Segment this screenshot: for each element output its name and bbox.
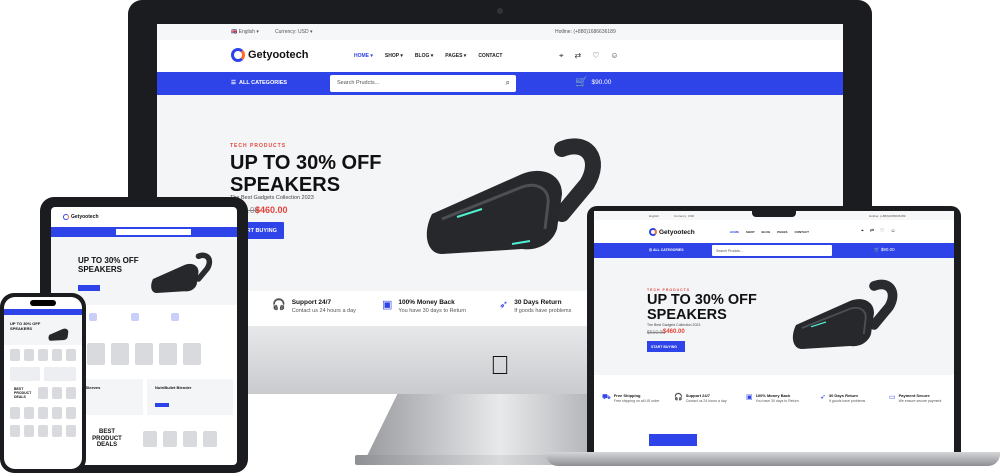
hero-subtitle: The Best Gadgets Collection 2023 xyxy=(647,323,701,327)
cart-button[interactable]: 🛒 $90.00 xyxy=(874,247,895,253)
promo-card-blender[interactable]: NutriBullet Blender xyxy=(147,379,233,415)
wallet-icon: ▣ xyxy=(382,299,393,311)
hotline: Hotline: (+880)1686636189 xyxy=(555,29,616,35)
cart-button[interactable]: 🛒 $90.00 xyxy=(575,77,611,88)
main-nav: Getyootech HOME ▾ SHOP ▾ BLOG ▾ PAGES ▾ … xyxy=(157,40,843,72)
phone-screen: UP TO 30% OFF SPEAKERS BEST PRODUCT DEAL… xyxy=(4,297,82,469)
tablet-logo[interactable]: Getyootech xyxy=(63,214,99,220)
feature-return: ➶ 30 Days Return If goods have problems xyxy=(499,299,572,314)
new-price: $460.00 xyxy=(663,329,685,335)
laptop-hero: TECH PRODUCTS UP TO 30% OFF SPEAKERS The… xyxy=(594,258,954,375)
search-input[interactable] xyxy=(116,229,191,235)
wallet-icon: ▣ xyxy=(746,394,753,401)
rocket-icon: ➶ xyxy=(820,394,826,401)
menu-shop[interactable]: SHOP xyxy=(746,230,755,234)
language-select[interactable]: 🇬🇧 English ▾ xyxy=(231,29,259,35)
logo-icon xyxy=(231,48,245,62)
logo-icon xyxy=(63,214,69,220)
laptop-nav: Getyootech HOME SHOP BLOG PAGES CONTACT … xyxy=(594,220,954,243)
vr-headset-image xyxy=(151,252,213,293)
nav-icons: ⌖ ⇄ ♡ ☺ xyxy=(559,51,619,61)
hero-headline: UP TO 30% OFF SPEAKERS xyxy=(647,292,757,323)
laptop-screen: English Currency: USD Hotline: (+880)168… xyxy=(594,211,954,452)
search-icon[interactable]: ⌕ xyxy=(506,78,510,88)
phone-hero: UP TO 30% OFF SPEAKERS xyxy=(4,315,82,345)
laptop-menu: HOME SHOP BLOG PAGES CONTACT xyxy=(730,230,809,234)
menu-shop[interactable]: SHOP ▾ xyxy=(385,53,403,59)
menu-contact[interactable]: CONTACT xyxy=(794,230,808,234)
logo-icon xyxy=(649,228,657,236)
menu: HOME ▾ SHOP ▾ BLOG ▾ PAGES ▾ CONTACT xyxy=(354,53,502,59)
start-buying-button[interactable] xyxy=(78,285,100,291)
search-input[interactable]: Search Prudcts... xyxy=(712,245,832,256)
hero-headline: UP TO 30% OFF SPEAKERS xyxy=(10,321,41,331)
hero-tag: TECH PRODUCTS xyxy=(230,143,287,149)
feature-money-back: ▣ 100% Money Back You have 30 days to Ret… xyxy=(382,299,467,314)
category-bar: ☰ ALL CATEGORIES Search Prudcts... ⌕ 🛒 $… xyxy=(157,72,843,95)
tablet-nav: Getyootech xyxy=(51,207,237,227)
location-icon[interactable]: ⌖ xyxy=(861,228,864,234)
headset-icon: 🎧 xyxy=(272,299,286,311)
menu-blog[interactable]: BLOG xyxy=(762,230,771,234)
phone-dynamic-island xyxy=(30,300,56,306)
rocket-icon: ➶ xyxy=(499,299,509,311)
menu-pages[interactable]: PAGES xyxy=(777,230,787,234)
vr-headset-image xyxy=(48,328,69,341)
compare-icon[interactable]: ⇄ xyxy=(870,228,874,234)
user-icon[interactable]: ☺ xyxy=(891,228,896,234)
laptop-features: ⛟ Free Shipping Free shipping on all US or… xyxy=(594,389,954,419)
apple-logo-icon:  xyxy=(489,352,511,378)
top-bar: 🇬🇧 English ▾ Currency: USD ▾ Hotline: (+… xyxy=(157,24,843,40)
menu-pages[interactable]: PAGES ▾ xyxy=(445,53,466,59)
feature-payment: ▭ Payment Secure We ensure secure payment xyxy=(889,393,942,403)
headset-icon: 🎧 xyxy=(674,394,683,401)
feature-support: 🎧 Support 24/7 Contact us 24 hours a day xyxy=(674,393,727,403)
feature-return: ➶ 30 Days Return If goods have problems xyxy=(820,393,866,403)
deals-heading: BEST PRODUCT DEALS xyxy=(92,429,122,448)
all-categories-button[interactable]: ☰ ALL CATEGORIES xyxy=(231,80,287,86)
location-icon[interactable]: ⌖ xyxy=(559,51,564,61)
user-icon[interactable]: ☺ xyxy=(610,51,618,61)
laptop-nav-icons: ⌖ ⇄ ♡ ☺ xyxy=(861,228,896,234)
laptop-logo[interactable]: Getyootech xyxy=(649,228,695,236)
new-price: $460.00 xyxy=(255,205,288,215)
vr-headset-image xyxy=(792,279,898,349)
vr-headset-image xyxy=(426,138,601,254)
cart-icon: 🛒 xyxy=(575,77,588,88)
truck-icon: ⛟ xyxy=(602,394,611,401)
all-categories-button[interactable]: ☰ ALL CATEGORIES xyxy=(649,248,684,252)
feature-money-back: ▣ 100% Money Back You have 30 days to Retu… xyxy=(746,393,799,403)
compare-icon[interactable]: ⇄ xyxy=(575,51,582,61)
menu-home[interactable]: HOME ▾ xyxy=(354,53,373,59)
currency-select[interactable]: Currency: USD ▾ xyxy=(275,29,313,35)
wishlist-icon[interactable]: ♡ xyxy=(592,51,599,61)
hero-headline: UP TO 30% OFF SPEAKERS xyxy=(230,152,382,196)
card-icon: ▭ xyxy=(889,394,896,401)
start-buying-button[interactable]: START BUYING xyxy=(647,341,685,352)
camera-dot xyxy=(497,8,503,14)
feature-support: 🎧 Support 24/7 Contact us 24 hours a day xyxy=(272,299,356,314)
laptop-notch xyxy=(752,206,796,217)
phone-deals-heading: BEST PRODUCT DEALS xyxy=(14,387,32,399)
laptop-bottom-button[interactable] xyxy=(649,434,697,446)
menu-home[interactable]: HOME xyxy=(730,230,739,234)
logo[interactable]: Getyootech xyxy=(231,48,309,62)
hero-headline: UP TO 30% OFF SPEAKERS xyxy=(78,256,139,274)
laptop-base xyxy=(546,452,1000,466)
logo-text: Getyootech xyxy=(248,49,309,61)
menu-contact[interactable]: CONTACT xyxy=(478,53,502,59)
menu-blog[interactable]: BLOG ▾ xyxy=(415,53,433,59)
search-input[interactable]: Search Prudcts... ⌕ xyxy=(330,75,516,92)
feature-shipping: ⛟ Free Shipping Free shipping on all US or… xyxy=(602,393,660,403)
tablet-category-bar xyxy=(51,227,237,237)
laptop-category-bar: ☰ ALL CATEGORIES Search Prudcts... 🛒 $90… xyxy=(594,243,954,258)
wishlist-icon[interactable]: ♡ xyxy=(880,228,884,234)
